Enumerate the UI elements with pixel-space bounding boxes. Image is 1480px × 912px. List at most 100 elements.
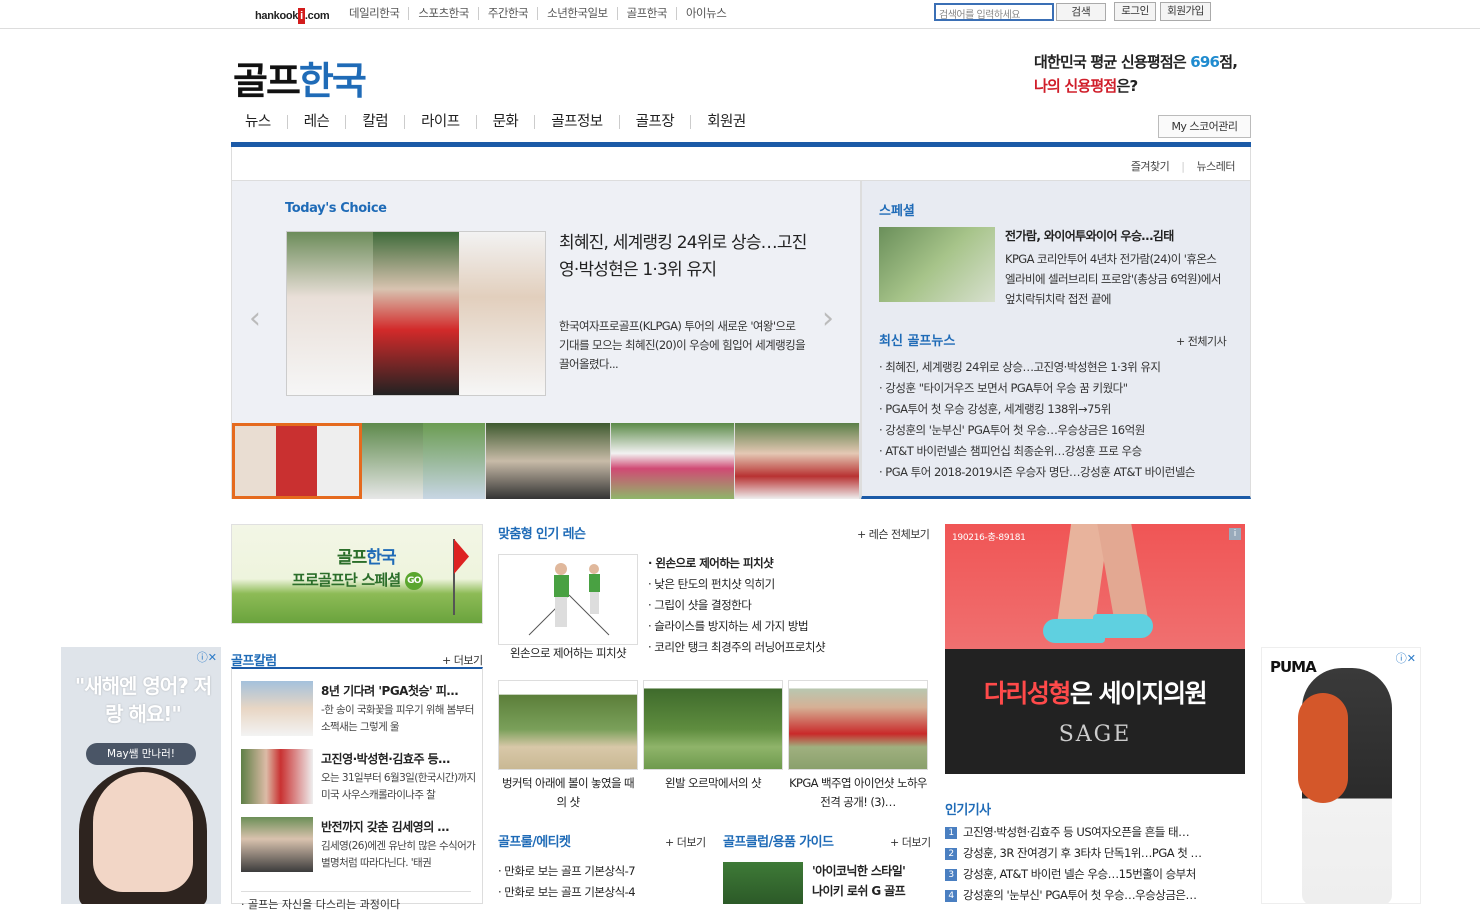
special-image[interactable] <box>879 227 995 302</box>
nav-item-golf-info[interactable]: 골프정보 <box>534 115 618 129</box>
more-link[interactable]: + 더보기 <box>665 834 706 850</box>
list-item[interactable]: · 강성훈의 '눈부신' PGA투어 첫 우승…우승상금은 16억원 <box>879 420 1224 441</box>
favorites-link[interactable]: 즐겨찾기 <box>1125 160 1175 173</box>
special-panel: 스페셜 전가람, 와이어투와이어 우승…김태 KPGA 코리안투어 4년차 전가… <box>861 181 1251 499</box>
gallery-image[interactable] <box>788 680 928 770</box>
column-item[interactable]: 8년 기다려 'PGA첫승' 피… -한 송이 국화꽃을 피우기 위해 봄부터 … <box>241 681 477 739</box>
nav-item-lesson[interactable]: 레슨 <box>286 115 346 129</box>
nav-item-culture[interactable]: 문화 <box>475 115 535 129</box>
site-link[interactable]: 주간한국 <box>477 7 537 20</box>
search-input[interactable]: 검색어를 입력하세요 <box>934 3 1054 21</box>
list-item[interactable]: 3 강성훈, AT&T 바이런 넬슨 우승…15번홀이 승부처 <box>945 864 1245 885</box>
join-button[interactable]: 회원가입 <box>1160 2 1211 21</box>
nav-item-membership[interactable]: 회원권 <box>690 115 762 129</box>
ad-model-hair <box>1298 693 1348 803</box>
list-item[interactable]: · 낮은 탄도의 펀치샷 익히기 <box>648 574 825 595</box>
rules-list: · 만화로 보는 골프 기본상식-7 · 만화로 보는 골프 기본상식-4 <box>498 861 636 903</box>
section-title: 골프클럽/용품 가이드 <box>723 835 834 850</box>
list-item[interactable]: · 만화로 보는 골프 기본상식-4 <box>498 882 636 903</box>
nav-item-life[interactable]: 라이프 <box>404 115 476 129</box>
featured-desc[interactable]: 한국여자프로골프(KLPGA) 투어의 새로운 '여왕'으로 기대를 모으는 최… <box>559 317 807 374</box>
featured-headline[interactable]: 최혜진, 세계랭킹 24위로 상승…고진영·박성현은 1·3위 유지 <box>559 230 809 284</box>
site-link[interactable]: 소년한국일보 <box>537 7 616 20</box>
column-box: 8년 기다려 'PGA첫승' 피… -한 송이 국화꽃을 피우기 위해 봄부터 … <box>231 667 483 911</box>
thumbnail <box>241 681 313 736</box>
clinic-ad[interactable]: 190216-충-89181 i 다리성형은 세이지의원 SAGE <box>945 524 1245 774</box>
list-item[interactable]: 1 고진영·박성현·김효주 등 US여자오픈을 흔들 태… <box>945 822 1245 843</box>
go-icon: GO <box>404 571 423 590</box>
my-score-button[interactable]: My 스코어관리 <box>1158 115 1251 138</box>
site-link[interactable]: 아이뉴스 <box>675 7 735 20</box>
site-link[interactable]: 스포츠한국 <box>408 7 477 20</box>
list-item[interactable]: · 만화로 보는 골프 기본상식-7 <box>498 861 636 882</box>
credit-score-ad[interactable]: 대한민국 평균 신용평점은 696점, 나의 신용평점은? <box>1034 50 1238 98</box>
nav-item-column[interactable]: 칼럼 <box>345 115 404 129</box>
list-item[interactable]: · 강성훈 "타이거우즈 보면서 PGA투어 우승 꿈 키웠다" <box>879 378 1224 399</box>
gallery-image[interactable] <box>643 680 783 770</box>
site-link[interactable]: 데일리한국 <box>340 7 408 20</box>
nav-item-golf-course[interactable]: 골프장 <box>618 115 691 129</box>
list-item[interactable]: · 왼손으로 제어하는 피치샷 <box>648 553 825 574</box>
list-item[interactable]: · 골프는 자신을 다스리는 과정이다 <box>241 891 471 912</box>
section-title: 맞춤형 인기 레슨 <box>498 527 586 542</box>
login-button[interactable]: 로그인 <box>1114 2 1156 21</box>
more-link[interactable]: + 레슨 전체보기 <box>857 526 930 542</box>
list-item[interactable]: · PGA 투어 2018-2019시즌 우승자 명단…강성훈 AT&T 바이런… <box>879 462 1224 483</box>
list-item[interactable]: · PGA투어 첫 우승 강성훈, 세계랭킹 138위→75위 <box>879 399 1224 420</box>
search-button[interactable]: 검색 <box>1056 3 1106 21</box>
gallery-caption[interactable]: 왼발 오르막에서의 샷 <box>643 774 783 793</box>
thumbnail[interactable] <box>735 423 860 499</box>
rank-badge: 4 <box>945 889 957 902</box>
column-item[interactable]: 반전까지 갖춘 김세영의 … 김세영(26)에겐 유난히 많은 수식어가 별명처… <box>241 817 477 875</box>
newsletter-link[interactable]: 뉴스레터 <box>1191 160 1241 173</box>
featured-image[interactable] <box>286 231 546 396</box>
special-desc[interactable]: KPGA 코리안투어 4년차 전가람(24)이 '휴온스 엘라비에 셀러브리티 … <box>1005 249 1227 309</box>
rank-badge: 2 <box>945 847 957 860</box>
gallery-caption[interactable]: 벙커턱 아래에 볼이 놓였을 때의 샷 <box>498 774 638 812</box>
sub-bar: 즐겨찾기 | 뉴스레터 <box>231 147 1251 181</box>
list-item[interactable]: · 최혜진, 세계랭킹 24위로 상승…고진영·박성현은 1·3위 유지 <box>879 357 1224 378</box>
flag-icon <box>454 539 469 574</box>
gallery-image[interactable] <box>498 680 638 770</box>
thumbnail[interactable] <box>486 423 611 499</box>
divider: | <box>1181 160 1185 173</box>
column-item[interactable]: 고진영·박성현·김효주 등… 오는 31일부터 6월3일(한국시간)까지 미국 … <box>241 749 477 807</box>
popular-list: 1 고진영·박성현·김효주 등 US여자오픈을 흔들 태… 2 강성훈, 3R 잔여… <box>945 822 1245 906</box>
pro-golf-team-banner[interactable]: 골프한국 프로골프단 스페셜 GO <box>231 524 483 624</box>
product-title[interactable]: '아이코닉한 스타일' 나이키 로쉬 G 골프 <box>812 861 906 901</box>
ad-close-icon[interactable]: ⓘ✕ <box>197 649 217 665</box>
thumbnail[interactable] <box>361 423 487 499</box>
list-item[interactable]: · AT&T 바이런넬슨 챔피언십 최종순위…강성훈 프로 우승 <box>879 441 1224 462</box>
ad-close-icon[interactable]: ⓘ✕ <box>1396 650 1416 666</box>
list-item[interactable]: · 그립이 샷을 결정한다 <box>648 595 825 616</box>
list-item[interactable]: · 슬라이스를 방지하는 세 가지 방법 <box>648 616 825 637</box>
nav-item-news[interactable]: 뉴스 <box>231 115 287 130</box>
section-title: 스페셜 <box>879 204 915 219</box>
thumbnail[interactable] <box>610 423 736 499</box>
more-link[interactable]: + 더보기 <box>442 652 483 668</box>
heel-icon <box>1093 614 1153 638</box>
left-side-ad[interactable]: ⓘ✕ "새해엔 영어? 저랑 해요!" May쌤 만나러! <box>61 647 221 904</box>
lesson-caption[interactable]: 왼손으로 제어하는 피치샷 <box>498 645 638 661</box>
list-item[interactable]: · 코리안 탱크 최경주의 러닝어프로치샷 <box>648 637 826 658</box>
site-logo[interactable]: 골프한국 <box>233 50 367 105</box>
lesson-image[interactable] <box>498 554 638 645</box>
product-image[interactable] <box>723 862 803 904</box>
more-link[interactable]: + 전체기사 <box>1176 333 1227 349</box>
gallery-caption[interactable]: KPGA 백주엽 아이언샷 노하우 전격 공개! (3)… <box>788 774 928 812</box>
more-link[interactable]: + 더보기 <box>890 834 931 850</box>
ad-info-icon[interactable]: i <box>1229 528 1241 540</box>
rank-badge: 1 <box>945 826 957 839</box>
right-side-ad[interactable]: ⓘ✕ PUMA <box>1261 647 1421 904</box>
special-title[interactable]: 전가람, 와이어투와이어 우승…김태 <box>1005 227 1217 244</box>
latest-news-list: · 최혜진, 세계랭킹 24위로 상승…고진영·박성현은 1·3위 유지 · 강… <box>879 357 1224 483</box>
prev-arrow-icon[interactable]: ‹ <box>249 301 261 336</box>
list-item[interactable]: 4 강성훈의 '눈부신' PGA투어 첫 우승…우승상금은… <box>945 885 1245 906</box>
hankooki-logo[interactable]: hankook i .com <box>255 8 330 24</box>
lesson-diagram <box>528 563 610 636</box>
ad-button[interactable]: May쌤 만나러! <box>86 743 196 765</box>
next-arrow-icon[interactable]: › <box>822 301 834 336</box>
list-item[interactable]: 2 강성훈, 3R 잔여경기 후 3타차 단독1위…PGA 첫 … <box>945 843 1245 864</box>
site-link[interactable]: 골프한국 <box>616 7 676 20</box>
thumbnail[interactable] <box>232 423 362 499</box>
